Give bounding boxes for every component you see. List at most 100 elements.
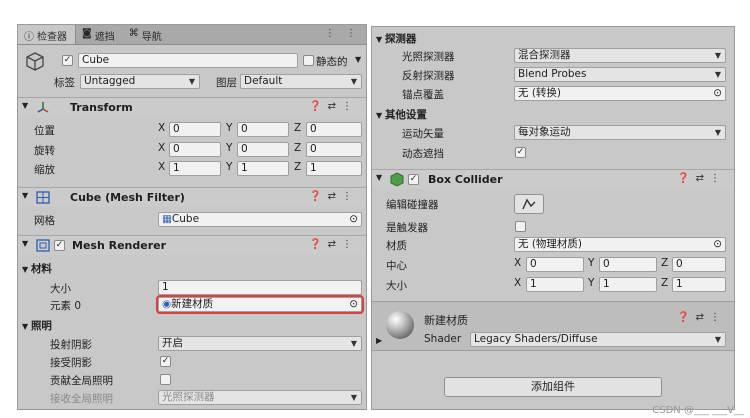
position-z-field[interactable]: 0: [306, 122, 362, 137]
component-tools-icon[interactable]: ❓⇄⋮: [309, 191, 358, 202]
component-tools-icon[interactable]: ❓⇄⋮: [309, 101, 358, 112]
object-picker-icon[interactable]: ⊙: [349, 298, 358, 311]
inspector-panel-continued: ▼ 探测器 光照探测器 混合探测器 ▼ 反射探测器 Blend Probes ▼ 锚…: [371, 26, 735, 410]
material-icon: ◉: [162, 298, 172, 310]
mesh-filter-title: Cube (Mesh Filter): [70, 191, 185, 204]
light-probes-dropdown[interactable]: 混合探测器 ▼: [514, 48, 726, 63]
object-picker-icon[interactable]: ⊙: [713, 238, 722, 251]
lighting-section[interactable]: ▼ 照明: [22, 318, 52, 333]
panel-menu-icon[interactable]: ⋮ ⋮: [325, 28, 360, 39]
renderer-enabled-checkbox[interactable]: ✓: [54, 240, 65, 251]
receive-gi-dropdown[interactable]: 光照探测器 ▼: [158, 390, 362, 405]
foldout-icon[interactable]: ▼: [376, 35, 385, 44]
is-trigger-label: 是触发器: [386, 222, 428, 234]
foldout-icon[interactable]: ▼: [22, 101, 28, 110]
layer-label: 图层: [216, 77, 237, 89]
foldout-icon[interactable]: ▼: [22, 265, 31, 274]
edit-collider-button[interactable]: [514, 194, 544, 214]
is-trigger-checkbox[interactable]: [515, 221, 526, 232]
rotation-y-field[interactable]: 0: [237, 142, 289, 157]
position-y-field[interactable]: 0: [237, 122, 289, 137]
position-label: 位置: [34, 125, 55, 137]
tab-navigation[interactable]: ⌘ 导航: [123, 25, 170, 44]
component-tools-icon[interactable]: ❓⇄⋮: [309, 239, 358, 250]
receive-shadows-checkbox[interactable]: ✓: [160, 356, 171, 367]
static-label[interactable]: 静态的: [316, 54, 348, 69]
rotation-z-field[interactable]: 0: [306, 142, 362, 157]
motion-vectors-dropdown[interactable]: 每对象运动 ▼: [514, 125, 726, 140]
scale-x-field[interactable]: 1: [169, 161, 221, 176]
axis-x-label: X: [158, 142, 166, 154]
center-z-field[interactable]: 0: [672, 257, 726, 272]
reflection-probes-dropdown[interactable]: Blend Probes ▼: [514, 67, 726, 82]
material-name: 新建材质: [424, 314, 468, 327]
static-checkbox[interactable]: [303, 55, 314, 66]
mesh-filter-header[interactable]: ▼ Cube (Mesh Filter) ❓⇄⋮: [18, 187, 366, 207]
transform-icon: [36, 100, 50, 117]
transform-header[interactable]: ▼ Transform ❓⇄⋮: [18, 97, 366, 117]
tag-dropdown[interactable]: Untagged ▼: [80, 74, 200, 89]
light-probes-label: 光照探测器: [402, 51, 455, 63]
size-x-field[interactable]: 1: [526, 277, 584, 292]
tab-inspector[interactable]: ⓘ 检查器: [18, 25, 76, 44]
mesh-field[interactable]: ▦Cube ⊙: [158, 212, 362, 227]
active-checkbox[interactable]: ✓: [62, 55, 73, 66]
tab-bar: ⓘ 检查器 ◙ 遮挡 ⌘ 导航 ⋮ ⋮: [18, 25, 366, 45]
center-x-field[interactable]: 0: [526, 257, 584, 272]
foldout-icon[interactable]: ▼: [376, 111, 385, 120]
tag-label: 标签: [54, 77, 75, 89]
tab-occlusion[interactable]: ◙ 遮挡: [76, 25, 123, 44]
static-dropdown-icon[interactable]: ▼: [355, 55, 361, 64]
size-y-field[interactable]: 1: [599, 277, 657, 292]
cast-shadows-label: 投射阴影: [50, 339, 92, 351]
other-settings-section[interactable]: ▼ 其他设置: [376, 107, 427, 122]
materials-section[interactable]: ▼ 材料: [22, 261, 52, 276]
inspector-panel: ⓘ 检查器 ◙ 遮挡 ⌘ 导航 ⋮ ⋮ ✓ Cube 静态的 ▼ 标签 Untagge…: [17, 24, 367, 410]
anchor-override-field[interactable]: 无 (转换) ⊙: [514, 86, 726, 101]
size-label: 大小: [386, 280, 407, 292]
contribute-gi-checkbox[interactable]: [160, 374, 171, 385]
add-component-button[interactable]: 添加组件: [444, 377, 662, 397]
object-picker-icon[interactable]: ⊙: [349, 213, 358, 226]
box-collider-title: Box Collider: [428, 173, 503, 186]
scale-y-field[interactable]: 1: [237, 161, 289, 176]
material-tools-icon[interactable]: ❓⇄⋮: [677, 312, 726, 323]
element0-label: 元素 0: [50, 300, 82, 312]
probes-section[interactable]: ▼ 探测器: [376, 31, 416, 46]
foldout-icon[interactable]: ▼: [376, 173, 382, 182]
center-y-field[interactable]: 0: [599, 257, 657, 272]
axis-z-label: Z: [661, 257, 669, 269]
anchor-override-label: 锚点覆盖: [402, 89, 444, 101]
material-preview-sphere: [386, 311, 414, 339]
mesh-renderer-title: Mesh Renderer: [72, 239, 167, 252]
size-z-field[interactable]: 1: [672, 277, 726, 292]
shader-dropdown[interactable]: Legacy Shaders/Diffuse ▼: [470, 332, 726, 347]
rotation-x-field[interactable]: 0: [169, 142, 221, 157]
box-collider-header[interactable]: ▼ ✓ Box Collider ❓⇄⋮: [372, 169, 734, 189]
cast-shadows-dropdown[interactable]: 开启 ▼: [158, 336, 362, 351]
cube-object-icon: [24, 51, 46, 73]
materials-size-field[interactable]: 1: [158, 280, 362, 295]
mesh-renderer-icon: [36, 239, 50, 255]
element0-field[interactable]: ◉新建材质 ⊙: [156, 295, 364, 314]
chevron-down-icon: ▼: [714, 335, 721, 344]
object-picker-icon[interactable]: ⊙: [713, 87, 722, 100]
foldout-icon[interactable]: ▼: [22, 191, 28, 200]
mesh-renderer-header[interactable]: ▼ ✓ Mesh Renderer ❓⇄⋮: [18, 235, 366, 255]
axis-z-label: Z: [661, 277, 669, 289]
scale-label: 缩放: [34, 164, 55, 176]
shader-label: Shader: [424, 333, 462, 345]
axis-y-label: Y: [226, 161, 233, 173]
collider-enabled-checkbox[interactable]: ✓: [408, 174, 419, 185]
collider-material-label: 材质: [386, 240, 407, 252]
collider-material-field[interactable]: 无 (物理材质) ⊙: [514, 237, 726, 252]
foldout-icon[interactable]: ▼: [22, 322, 31, 331]
foldout-icon[interactable]: ▶: [376, 336, 382, 345]
scale-z-field[interactable]: 1: [306, 161, 362, 176]
layer-dropdown[interactable]: Default ▼: [240, 74, 362, 89]
component-tools-icon[interactable]: ❓⇄⋮: [677, 173, 726, 184]
dynamic-occlusion-checkbox[interactable]: ✓: [515, 147, 526, 158]
foldout-icon[interactable]: ▼: [22, 239, 28, 248]
position-x-field[interactable]: 0: [169, 122, 221, 137]
object-name-field[interactable]: Cube: [78, 53, 298, 68]
